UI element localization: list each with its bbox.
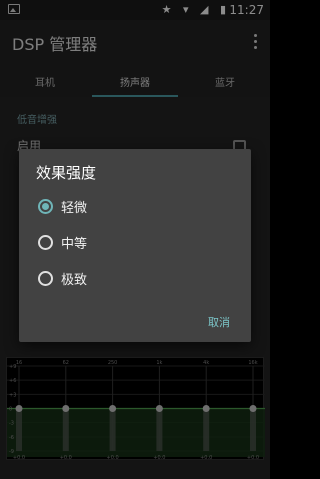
option-extreme-label: 极致 (61, 272, 88, 288)
option-medium[interactable]: 中等 (38, 231, 87, 253)
option-extreme[interactable]: 极致 (38, 267, 87, 289)
dialog-title: 效果强度 (36, 164, 97, 182)
option-light-label: 轻微 (61, 200, 88, 216)
effect-strength-dialog: 效果强度 轻微 中等 极致 取消 (19, 149, 251, 342)
radio-medium[interactable] (38, 234, 53, 250)
radio-extreme[interactable] (38, 270, 53, 286)
radio-light[interactable] (38, 198, 53, 214)
cancel-button[interactable]: 取消 (208, 314, 230, 330)
option-medium-label: 中等 (61, 236, 88, 252)
option-light[interactable]: 轻微 (38, 195, 87, 217)
